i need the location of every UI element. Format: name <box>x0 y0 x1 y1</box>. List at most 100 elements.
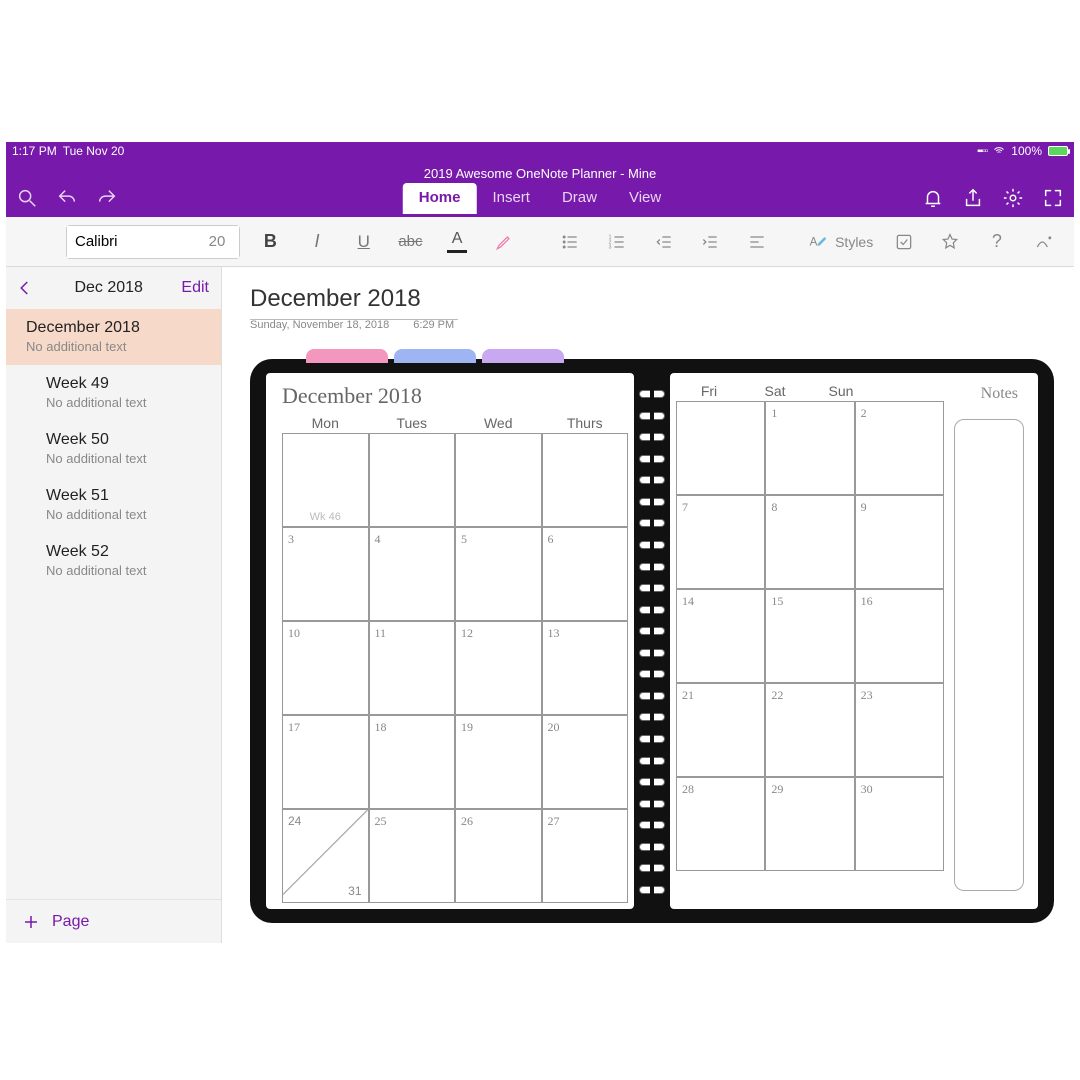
calendar-cell[interactable] <box>369 433 456 527</box>
planner-grid-right: 12789 141516 212223 282930 <box>676 401 944 871</box>
tab-draw[interactable]: Draw <box>546 183 613 214</box>
highlight-button[interactable] <box>487 225 520 259</box>
calendar-cell[interactable]: 12 <box>455 621 542 715</box>
page-date: Sunday, November 18, 2018 <box>250 319 389 331</box>
calendar-cell[interactable]: 8 <box>765 495 854 589</box>
sidebar-section-title: Dec 2018 <box>74 279 143 297</box>
calendar-cell[interactable] <box>676 401 765 495</box>
undo-icon[interactable] <box>56 187 78 209</box>
font-color-button[interactable]: A <box>441 225 474 259</box>
calendar-cell[interactable]: 22 <box>765 683 854 777</box>
page-title-underline <box>250 319 458 320</box>
bullet-list-button[interactable] <box>554 225 587 259</box>
calendar-cell[interactable]: 10 <box>282 621 369 715</box>
underline-button[interactable]: U <box>347 225 380 259</box>
bold-button[interactable]: B <box>254 225 287 259</box>
calendar-cell[interactable]: 9 <box>855 495 944 589</box>
fullscreen-icon[interactable] <box>1042 187 1064 209</box>
planner-left-page: December 2018 MonTuesWedThurs Wk 4634561… <box>266 373 634 909</box>
page-list-item[interactable]: Week 51 No additional text <box>6 477 221 533</box>
page-list: December 2018No additional textWeek 49No… <box>6 309 221 899</box>
day-header: Sun <box>808 383 874 399</box>
calendar-cell[interactable]: 23 <box>855 683 944 777</box>
page-item-title: Week 51 <box>46 487 203 505</box>
calendar-cell[interactable]: 26 <box>455 809 542 903</box>
star-tag-button[interactable] <box>934 225 967 259</box>
add-page-button[interactable]: Page <box>6 899 221 943</box>
page-list-item[interactable]: Week 52No additional text <box>6 533 221 589</box>
calendar-cell[interactable]: 30 <box>855 777 944 871</box>
calendar-cell[interactable]: 20 <box>542 715 629 809</box>
status-date: Tue Nov 20 <box>63 144 125 158</box>
spiral-binding <box>637 387 667 895</box>
page-item-title: Week 52 <box>46 543 203 561</box>
align-button[interactable] <box>741 225 774 259</box>
tab-insert[interactable]: Insert <box>476 183 546 214</box>
calendar-cell[interactable]: 14 <box>676 589 765 683</box>
search-icon[interactable] <box>16 187 38 209</box>
calendar-cell[interactable]: 15 <box>765 589 854 683</box>
styles-button[interactable]: AStyles <box>807 225 873 259</box>
calendar-cell[interactable]: 29 <box>765 777 854 871</box>
number-list-button[interactable]: 123 <box>601 225 634 259</box>
page-list-item[interactable]: Week 49No additional text <box>6 365 221 421</box>
calendar-cell[interactable] <box>542 433 629 527</box>
redo-icon[interactable] <box>96 187 118 209</box>
page-canvas[interactable]: December 2018 Sunday, November 18, 2018 … <box>222 267 1074 943</box>
calendar-cell[interactable]: 3 <box>282 527 369 621</box>
calendar-cell[interactable]: 6 <box>542 527 629 621</box>
calendar-cell[interactable]: 2 <box>855 401 944 495</box>
calendar-cell[interactable]: 4 <box>369 527 456 621</box>
day-header: Thurs <box>542 415 629 431</box>
calendar-cell[interactable]: 28 <box>676 777 765 871</box>
share-icon[interactable] <box>962 187 984 209</box>
calendar-cell[interactable]: 18 <box>369 715 456 809</box>
todo-tag-button[interactable] <box>887 225 920 259</box>
indent-button[interactable] <box>694 225 727 259</box>
bell-icon[interactable] <box>922 187 944 209</box>
font-name-input[interactable] <box>67 226 195 258</box>
planner-notes-title: Notes <box>981 385 1018 403</box>
planner-tab-2[interactable] <box>394 349 476 363</box>
strikethrough-button[interactable]: abc <box>394 225 427 259</box>
page-list-item[interactable]: Week 50No additional text <box>6 421 221 477</box>
planner-tab-3[interactable] <box>482 349 564 363</box>
tab-home[interactable]: Home <box>403 183 477 214</box>
calendar-cell[interactable]: 17 <box>282 715 369 809</box>
ink-to-text-button[interactable] <box>1027 225 1060 259</box>
planner-notes-box[interactable] <box>954 419 1024 891</box>
planner-tab-1[interactable] <box>306 349 388 363</box>
page-item-title: Week 50 <box>46 431 203 449</box>
page-list-item[interactable]: December 2018No additional text <box>6 309 221 365</box>
calendar-cell[interactable]: 11 <box>369 621 456 715</box>
planner-day-headers-left: MonTuesWedThurs <box>282 415 628 431</box>
calendar-cell[interactable]: 27 <box>542 809 629 903</box>
question-tag-button[interactable]: ? <box>981 225 1014 259</box>
calendar-cell[interactable]: 7 <box>676 495 765 589</box>
calendar-cell[interactable]: 5 <box>455 527 542 621</box>
italic-button[interactable]: I <box>301 225 334 259</box>
font-size-input[interactable] <box>195 226 239 258</box>
day-header: Mon <box>282 415 369 431</box>
calendar-cell[interactable]: 1 <box>765 401 854 495</box>
outdent-button[interactable] <box>647 225 680 259</box>
add-page-label: Page <box>52 913 89 931</box>
settings-icon[interactable] <box>1002 187 1024 209</box>
sidebar-back-button[interactable] <box>14 277 36 299</box>
calendar-cell[interactable]: 25 <box>369 809 456 903</box>
page-item-sub: No additional text <box>46 507 203 522</box>
sidebar-edit-button[interactable]: Edit <box>181 279 209 297</box>
ios-status-bar: 1:17 PM Tue Nov 20 ▪▪▫▫ 100% <box>6 142 1074 160</box>
page-title[interactable]: December 2018 <box>222 267 1074 315</box>
calendar-cell[interactable]: 21 <box>676 683 765 777</box>
calendar-cell[interactable]: 19 <box>455 715 542 809</box>
calendar-cell[interactable] <box>455 433 542 527</box>
planner-tabs <box>306 349 564 363</box>
font-picker[interactable] <box>66 225 240 259</box>
calendar-cell[interactable]: Wk 46 <box>282 433 369 527</box>
calendar-cell[interactable]: 13 <box>542 621 629 715</box>
calendar-cell[interactable]: 2431 <box>282 809 369 903</box>
plus-icon <box>22 913 40 931</box>
tab-view[interactable]: View <box>613 183 677 214</box>
calendar-cell[interactable]: 16 <box>855 589 944 683</box>
